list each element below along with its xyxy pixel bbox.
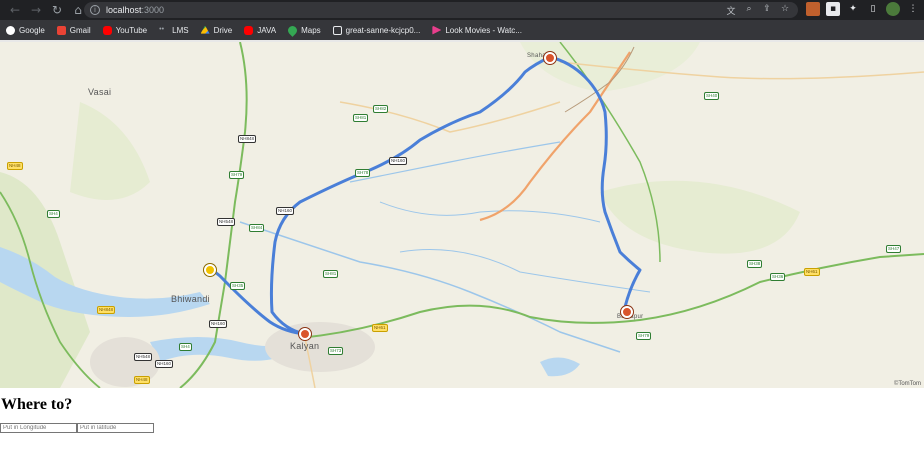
page-heading: Where to?: [1, 396, 73, 413]
route-end-marker-icon[interactable]: [621, 306, 633, 318]
map-attribution: ©TomTom: [893, 381, 921, 387]
bookmark-label: Look Movies - Watc...: [445, 25, 522, 35]
bookmark-label: Maps: [301, 25, 321, 35]
road-shield: NH160: [209, 320, 228, 328]
route-start-marker-icon[interactable]: [204, 264, 216, 276]
youtube-icon: [102, 25, 112, 35]
page-icon: [332, 25, 342, 35]
profile-avatar-icon[interactable]: [886, 2, 900, 16]
forest-area: [600, 180, 800, 254]
road-shield: NH48: [7, 162, 23, 170]
road-shield: NH548: [217, 218, 236, 226]
road-shield: SH78: [355, 169, 371, 177]
back-arrow-icon[interactable]: ←: [6, 1, 24, 19]
road-shield: NH548: [134, 353, 153, 361]
bookmark-label: Drive: [213, 25, 233, 35]
bookmark-label: great-sanne-kcjcp0...: [345, 25, 421, 35]
waypoint-marker-icon[interactable]: [299, 328, 311, 340]
route-path: [208, 55, 642, 336]
road-shield: SH82: [373, 105, 389, 113]
road-shield: SH36: [770, 273, 786, 281]
maps-icon: [286, 23, 299, 37]
road-shield: SH47: [886, 245, 902, 253]
road-shield: NH848: [97, 306, 116, 314]
bookmark-youtube[interactable]: YouTube: [102, 25, 148, 35]
address-bar[interactable]: i localhost:3000 文 ⌕ ⇪ ☆: [84, 2, 798, 18]
youtube-icon: [244, 25, 254, 35]
more-menu-icon[interactable]: ⋮: [906, 2, 920, 16]
reload-icon[interactable]: ↻: [48, 1, 66, 19]
road-shield: SH35: [230, 282, 246, 290]
bookmark-label: YouTube: [115, 25, 148, 35]
place-label-vasai: Vasai: [88, 87, 112, 97]
site-info-icon[interactable]: i: [90, 5, 100, 15]
lms-icon: ••: [159, 25, 165, 33]
url-host: localhost: [106, 5, 142, 15]
play-icon: [432, 25, 442, 35]
lake-water: [540, 357, 580, 377]
bookmark-great-sanne[interactable]: great-sanne-kcjcp0...: [332, 25, 421, 35]
waypoint-marker-icon[interactable]: [544, 52, 556, 64]
bookmark-gmail[interactable]: Gmail: [56, 25, 91, 35]
road-shield: SH84: [249, 224, 265, 232]
highway-road: [179, 42, 248, 388]
road-shield: SH73: [328, 347, 344, 355]
bookmark-look-movies[interactable]: Look Movies - Watc...: [432, 25, 522, 35]
road-shield: SH38: [747, 260, 763, 268]
road-shield: NH160: [155, 360, 174, 368]
road-shield: SH81: [353, 114, 369, 122]
zoom-icon[interactable]: ⌕: [744, 4, 754, 17]
forward-arrow-icon[interactable]: →: [27, 1, 45, 19]
bookmark-java[interactable]: JAVA: [244, 25, 277, 35]
bookmark-label: LMS: [172, 25, 189, 35]
longitude-input[interactable]: [0, 423, 77, 433]
bookmark-label: Google: [19, 25, 45, 35]
place-label-bhiwandi: Bhiwandi: [171, 294, 210, 304]
drive-icon: [200, 25, 210, 34]
road-shield: SH79: [229, 171, 245, 179]
latitude-input[interactable]: [77, 423, 154, 433]
road-shield: SH79: [636, 332, 652, 340]
url-port: :3000: [141, 5, 165, 15]
highway-road: [299, 253, 924, 339]
road-shield: NH160: [389, 157, 408, 165]
map-view[interactable]: Vasai Bhiwandi Kalyan Shaha Badlapur NH4…: [0, 42, 924, 388]
bookmark-star-icon[interactable]: ☆: [780, 4, 790, 17]
extension-b-icon[interactable]: ▪: [826, 2, 840, 16]
google-icon: [6, 25, 15, 35]
share-icon[interactable]: ⇪: [762, 4, 772, 17]
road-shield: SH40: [704, 92, 720, 100]
road-shield: SH4: [179, 343, 192, 351]
place-label-kalyan: Kalyan: [290, 341, 320, 351]
side-panel-icon[interactable]: ▯: [866, 2, 880, 16]
road-shield: SH81: [323, 270, 339, 278]
browser-toolbar: ← → ↻ ⌂ i localhost:3000 文 ⌕ ⇪ ☆ ▪ ✦ ▯ ⋮: [0, 0, 924, 20]
bookmark-label: JAVA: [257, 25, 277, 35]
bookmark-maps[interactable]: Maps: [286, 23, 321, 37]
translate-icon[interactable]: 文: [726, 4, 736, 17]
bookmarks-bar: Google Gmail YouTube •• LMS Drive JAVA Ma…: [0, 20, 924, 40]
forest-area: [70, 102, 150, 200]
river: [399, 249, 651, 293]
bookmark-label: Gmail: [69, 25, 91, 35]
road-shield: NH160: [276, 207, 295, 215]
map-canvas: [0, 42, 924, 388]
bookmark-lms[interactable]: •• LMS: [159, 26, 188, 35]
river: [379, 201, 601, 223]
road-shield: SH4: [47, 210, 60, 218]
puzzle-icon[interactable]: ✦: [846, 2, 860, 16]
gmail-icon: [56, 25, 66, 35]
road-shield: NH61: [372, 324, 388, 332]
road-shield: NH848: [238, 135, 257, 143]
road-shield: NH48: [134, 376, 150, 384]
road-shield: NH61: [804, 268, 820, 276]
extension-a-icon[interactable]: [806, 2, 820, 16]
bookmark-google[interactable]: Google: [6, 25, 45, 35]
bookmark-drive[interactable]: Drive: [200, 25, 233, 35]
river: [349, 141, 561, 183]
